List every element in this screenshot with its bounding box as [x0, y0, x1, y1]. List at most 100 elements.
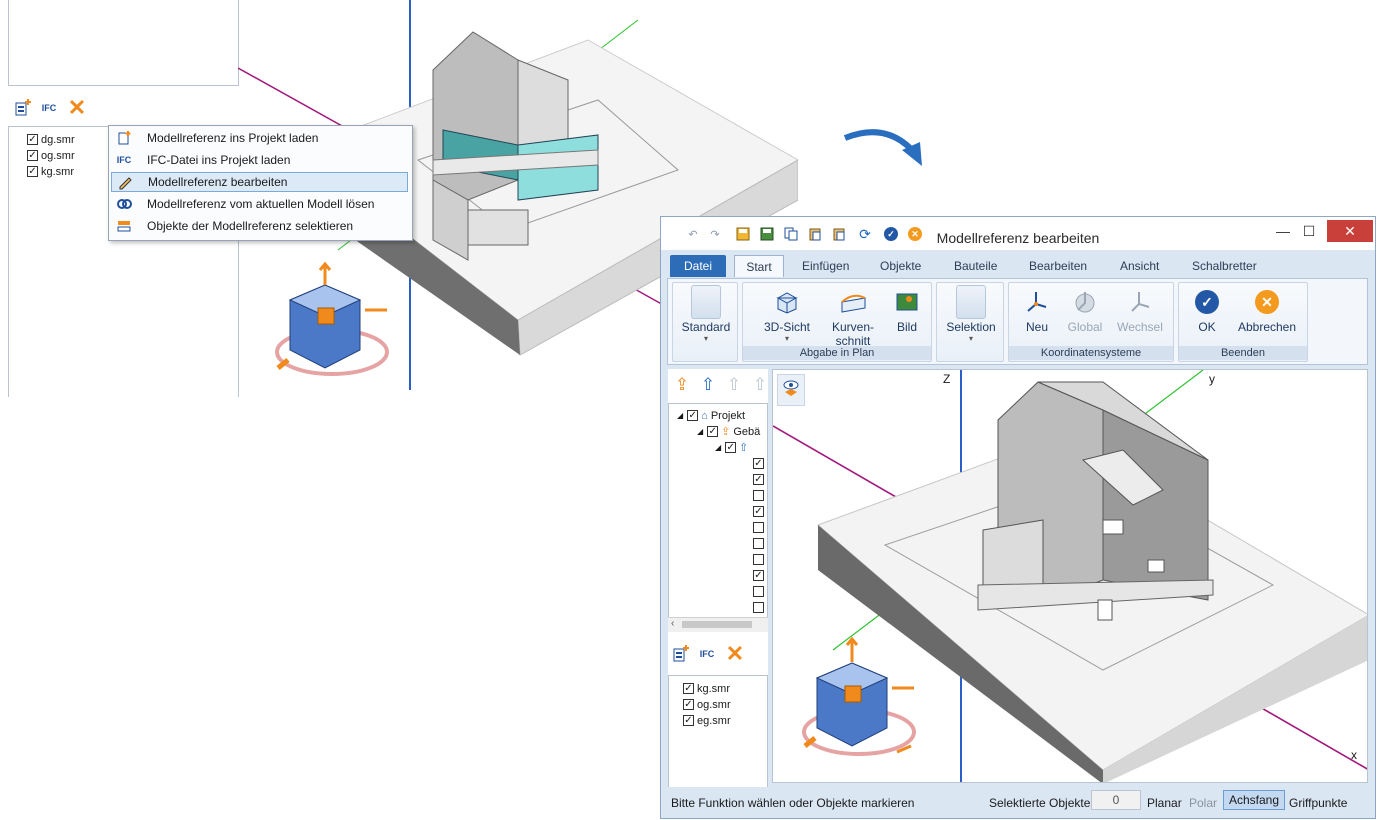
group-label-beenden: Beenden: [1179, 346, 1307, 360]
tab-schalbretter[interactable]: Schalbretter: [1192, 255, 1257, 277]
abbrechen-button[interactable]: ✕ Abbrechen: [1231, 287, 1303, 334]
wechsel-button[interactable]: Wechsel: [1111, 287, 1169, 334]
tree-node-storey[interactable]: ◢ ✓ ⇧: [715, 440, 748, 455]
checkbox[interactable]: ✓: [27, 134, 38, 145]
tree-node-child[interactable]: ✓: [753, 568, 767, 583]
tab-objekte[interactable]: Objekte: [880, 255, 921, 277]
navigation-cube[interactable]: [797, 634, 927, 764]
tree-node-child[interactable]: [753, 584, 767, 599]
ribbon: Standard ▾ 3D-Sicht ▾ Kurven- schnitt Bi…: [667, 278, 1368, 365]
structure-tree: ◢ ✓ ⌂ Projekt ◢ ✓ ⇪ Gebä ◢ ✓ ⇧ ✓ ✓ ✓ ✓: [668, 403, 768, 627]
tab-einfuegen[interactable]: Einfügen: [802, 255, 849, 277]
arrow-up-icon[interactable]: ⇧: [696, 373, 720, 397]
planar-toggle[interactable]: Planar: [1147, 795, 1182, 811]
selektion-button[interactable]: Selektion ▾: [941, 285, 1001, 343]
tree-node-gebaeude[interactable]: ◢ ✓ ⇪ Gebä: [697, 424, 760, 439]
kurvenschnitt-button[interactable]: Kurven- schnitt: [823, 287, 883, 348]
tab-start[interactable]: Start: [734, 255, 784, 277]
coordinate-global-icon: [1070, 287, 1100, 317]
ok-icon: ✓: [1192, 287, 1222, 317]
3d-view-button[interactable]: 3D-Sicht ▾: [757, 287, 817, 343]
image-icon: [892, 287, 922, 317]
3d-view-icon: [772, 287, 802, 317]
tree-node-child[interactable]: ✓: [753, 472, 767, 487]
coordinate-new-icon: [1022, 287, 1052, 317]
arrow-top-disabled-icon[interactable]: ⇧: [748, 373, 772, 397]
add-model-reference-icon[interactable]: [12, 97, 34, 119]
viewport-3d[interactable]: Z y x: [772, 369, 1368, 783]
tree-node-child[interactable]: [753, 520, 767, 535]
maximize-button[interactable]: ☐: [1289, 220, 1329, 242]
ifc-load-icon: IFC: [116, 155, 132, 165]
axis-x-label: x: [1351, 748, 1357, 762]
group-selektion: Selektion ▾: [936, 282, 1004, 362]
tree-node-child[interactable]: [753, 488, 767, 503]
checkbox[interactable]: [753, 554, 764, 565]
checkbox[interactable]: [753, 490, 764, 501]
checkbox[interactable]: ✓: [27, 150, 38, 161]
menu-item-select-objects[interactable]: Objekte der Modellreferenz selektieren: [111, 216, 408, 236]
achsfang-toggle[interactable]: Achsfang: [1223, 790, 1286, 810]
tab-bauteile[interactable]: Bauteile: [954, 255, 997, 277]
delete-icon[interactable]: ✕: [724, 643, 746, 665]
tree-node-child[interactable]: [753, 536, 767, 551]
main-window: ↶ ↷ ⟳ ✓ ✕ Modellreferenz bearbeiten — ☐ …: [660, 216, 1376, 819]
tab-datei[interactable]: Datei: [670, 255, 726, 277]
bild-button[interactable]: Bild: [885, 287, 929, 334]
list-item[interactable]: ✓ kg.smr: [683, 681, 730, 696]
structure-pane: ⇪ ⇧ ⇧ ⇧ ◢ ✓ ⌂ Projekt ◢ ✓ ⇪ Gebä ◢ ✓ ⇧ ✓ ✓ ✓ ✓ ‹ IF…: [668, 369, 768, 813]
selected-objects-count: 0: [1091, 790, 1141, 810]
tree-node-projekt[interactable]: ◢ ✓ ⌂ Projekt: [677, 408, 745, 423]
standard-button[interactable]: Standard ▾: [678, 285, 734, 343]
tab-ansicht[interactable]: Ansicht: [1120, 255, 1159, 277]
checkbox[interactable]: ✓: [683, 715, 694, 726]
checkbox[interactable]: [753, 538, 764, 549]
level-up-icon[interactable]: ⇪: [670, 373, 694, 397]
list-item[interactable]: ✓ og.smr: [683, 697, 731, 712]
status-bar: Bitte Funktion wählen oder Objekte marki…: [661, 787, 1375, 818]
close-button[interactable]: ✕: [1327, 220, 1373, 242]
checkbox[interactable]: ✓: [753, 506, 764, 517]
checkbox[interactable]: ✓: [753, 458, 764, 469]
checkbox[interactable]: ✓: [27, 166, 38, 177]
list-item[interactable]: ✓ kg.smr: [27, 164, 74, 179]
horizontal-scrollbar[interactable]: ‹: [668, 617, 768, 632]
add-ifc-icon[interactable]: IFC: [696, 643, 718, 665]
neu-button[interactable]: Neu: [1017, 287, 1057, 334]
checkbox[interactable]: [753, 586, 764, 597]
group-koordinatensysteme: Neu Global Wechsel Koordinatensysteme: [1008, 282, 1174, 362]
context-menu: Modellreferenz ins Projekt laden IFC IFC…: [108, 125, 413, 241]
arrow-up-disabled-icon[interactable]: ⇧: [722, 373, 746, 397]
global-button[interactable]: Global: [1063, 287, 1107, 334]
tree-node-child[interactable]: ✓: [753, 504, 767, 519]
pencil-icon: [112, 172, 138, 192]
menu-item-load-model-reference[interactable]: Modellreferenz ins Projekt laden: [111, 128, 408, 148]
list-item[interactable]: ✓ dg.smr: [27, 132, 75, 147]
ribbon-tabs: Datei Start Einfügen Objekte Bauteile Be…: [661, 250, 1375, 278]
checkbox[interactable]: ✓: [683, 699, 694, 710]
menu-item-edit-model-reference[interactable]: Modellreferenz bearbeiten: [111, 172, 408, 192]
checkbox[interactable]: [753, 602, 764, 613]
checkbox[interactable]: [753, 522, 764, 533]
add-model-reference-icon[interactable]: [670, 643, 692, 665]
curve-section-icon: [838, 287, 868, 317]
ok-button[interactable]: ✓ OK: [1189, 287, 1225, 334]
griffpunkte-toggle[interactable]: Griffpunkte: [1289, 795, 1347, 811]
checkbox[interactable]: ✓: [753, 474, 764, 485]
selection-icon: [956, 285, 986, 319]
list-item[interactable]: ✓ eg.smr: [683, 713, 731, 728]
polar-toggle[interactable]: Polar: [1189, 795, 1217, 811]
add-ifc-icon[interactable]: IFC: [38, 97, 60, 119]
list-item[interactable]: ✓ og.smr: [27, 148, 75, 163]
tab-bearbeiten[interactable]: Bearbeiten: [1029, 255, 1087, 277]
tree-node-child[interactable]: [753, 600, 767, 615]
standard-icon: [691, 285, 721, 319]
checkbox[interactable]: ✓: [753, 570, 764, 581]
menu-item-load-ifc[interactable]: IFC IFC-Datei ins Projekt laden: [111, 150, 408, 170]
tree-node-child[interactable]: ✓: [753, 456, 767, 471]
menu-item-detach-model-reference[interactable]: Modellreferenz vom aktuellen Modell löse…: [111, 194, 408, 214]
checkbox[interactable]: ✓: [683, 683, 694, 694]
tree-node-child[interactable]: [753, 552, 767, 567]
delete-icon[interactable]: ✕: [66, 97, 88, 119]
select-objects-icon: [111, 216, 137, 236]
